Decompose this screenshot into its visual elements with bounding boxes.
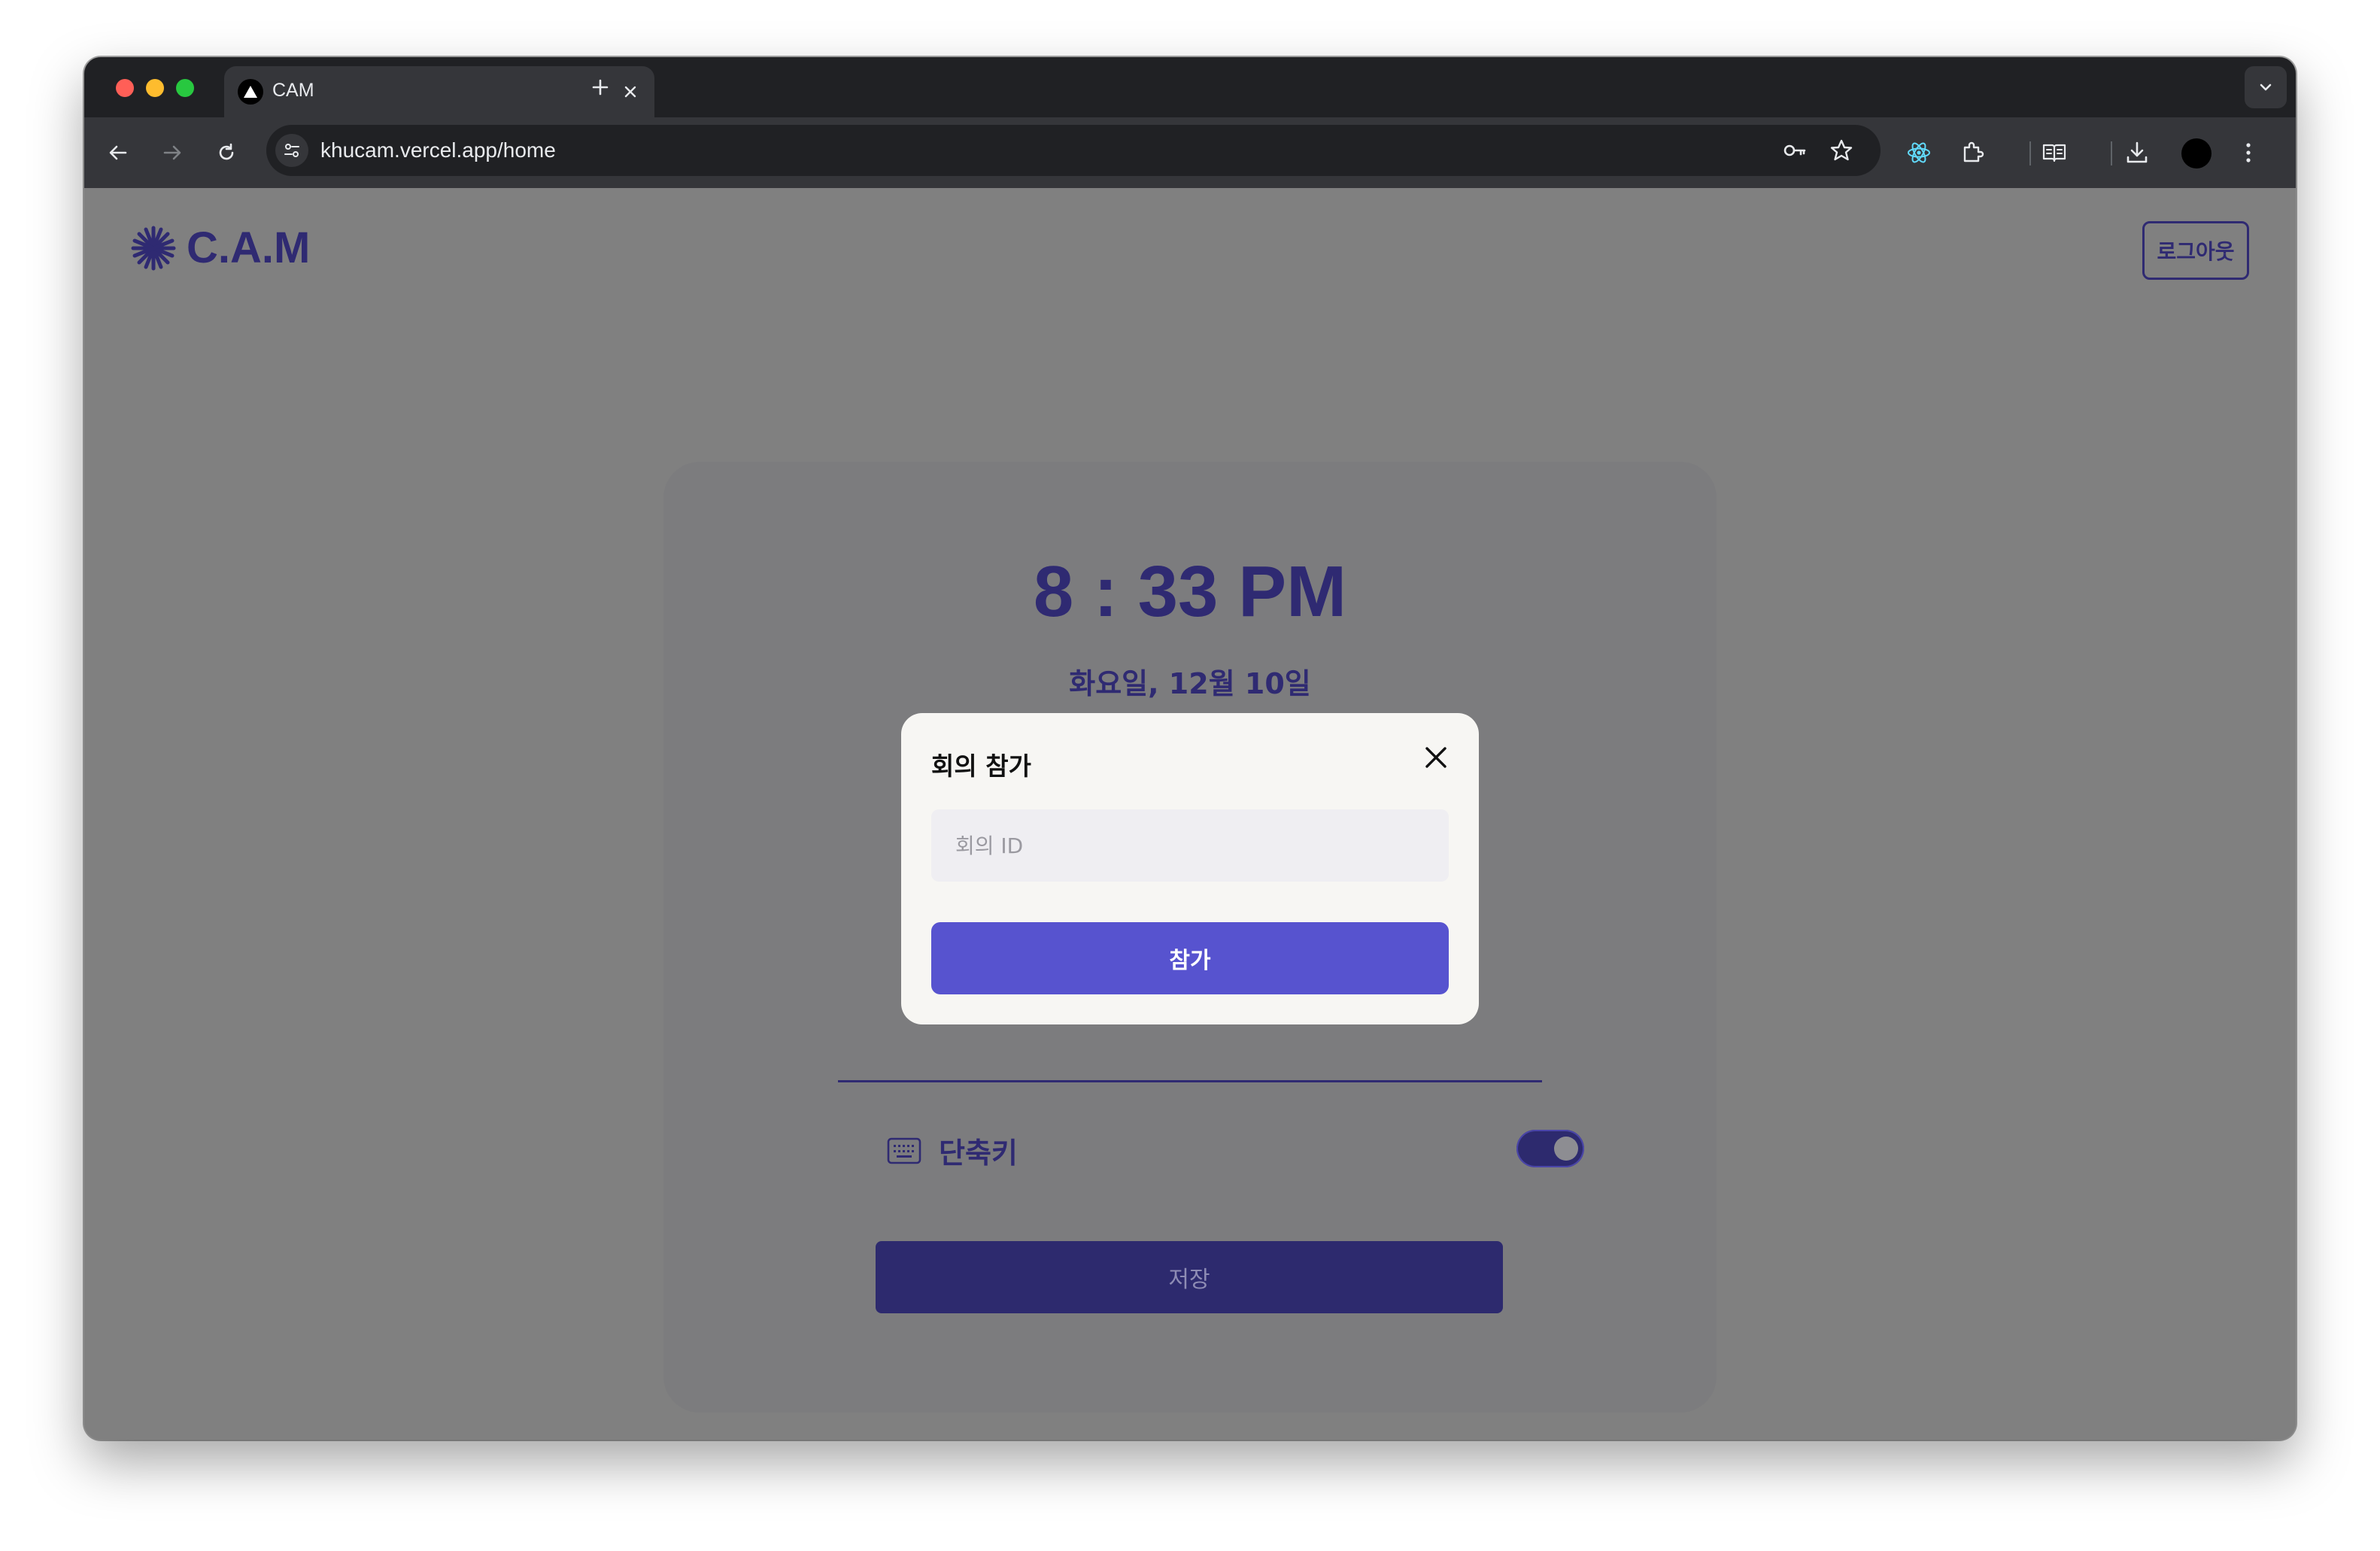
join-button[interactable]: 참가 — [931, 922, 1449, 994]
tab-bar: CAM — [84, 57, 2296, 117]
section-divider — [838, 1080, 1542, 1082]
tab-close-icon[interactable] — [617, 78, 644, 105]
minimize-window-button[interactable] — [146, 79, 164, 97]
meeting-id-input[interactable] — [931, 809, 1449, 882]
address-bar[interactable]: khucam.vercel.app/home — [266, 125, 1881, 176]
current-time: 8 : 33 PM — [1033, 551, 1347, 632]
download-icon[interactable] — [2121, 137, 2153, 168]
back-arrow-icon[interactable] — [102, 137, 134, 168]
join-meeting-modal: 회의 참가 참가 — [901, 713, 1479, 1024]
tab-search-chevron-icon[interactable] — [2245, 66, 2287, 108]
close-icon[interactable] — [1419, 740, 1453, 775]
password-key-icon[interactable] — [1780, 135, 1810, 165]
modal-title: 회의 참가 — [931, 751, 1031, 781]
new-tab-icon[interactable] — [585, 72, 615, 102]
forward-arrow-icon[interactable] — [156, 137, 188, 168]
maximize-window-button[interactable] — [176, 79, 194, 97]
toggle-knob — [1554, 1137, 1578, 1161]
save-button[interactable]: 저장 — [876, 1241, 1503, 1313]
more-menu-icon[interactable] — [2233, 137, 2264, 168]
current-date: 화요일, 12월 10일 — [1069, 667, 1311, 700]
extensions-puzzle-icon[interactable] — [1957, 137, 1989, 168]
vercel-favicon-icon — [238, 79, 263, 105]
reading-mode-icon[interactable] — [2038, 137, 2070, 168]
close-window-button[interactable] — [116, 79, 134, 97]
profile-avatar[interactable] — [2181, 138, 2212, 168]
logout-button[interactable]: 로그아웃 — [2142, 221, 2249, 280]
reload-icon[interactable] — [211, 137, 242, 168]
url-text[interactable]: khucam.vercel.app/home — [320, 138, 556, 162]
shortcut-toggle[interactable] — [1516, 1130, 1584, 1167]
browser-window: CAM khucam.vercel.app/home C.A.M 로그아웃 8 … — [84, 57, 2296, 1440]
toolbar-divider — [2111, 141, 2112, 165]
tab-title: CAM — [272, 80, 314, 101]
asterisk-logo-icon — [131, 226, 176, 270]
toolbar-divider — [2029, 141, 2031, 165]
keyboard-icon — [887, 1137, 921, 1164]
browser-toolbar: khucam.vercel.app/home — [84, 117, 2296, 188]
site-info-icon[interactable] — [275, 134, 308, 167]
shortcut-setting: 단축키 — [886, 1130, 1018, 1171]
brand-logo[interactable]: C.A.M — [131, 223, 310, 273]
react-devtools-icon[interactable] — [1903, 137, 1935, 168]
brand-name: C.A.M — [187, 223, 311, 272]
page-content: C.A.M 로그아웃 8 : 33 PM 화요일, 12월 10일 단축키 저장… — [84, 188, 2296, 1440]
bookmark-star-icon[interactable] — [1826, 135, 1856, 165]
shortcut-label: 단축키 — [939, 1137, 1018, 1170]
